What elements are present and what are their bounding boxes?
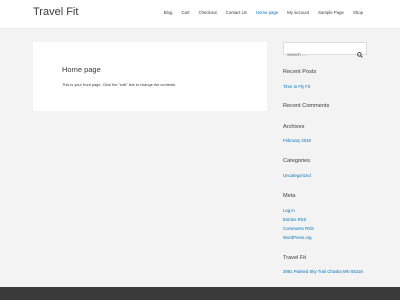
recent-posts-title: Recent Posts [283, 69, 317, 75]
archives-title: Archives [283, 124, 305, 130]
meta-title: Meta [283, 193, 296, 199]
nav-item-shop[interactable]: Shop [353, 10, 363, 15]
search-icon[interactable] [357, 45, 363, 63]
site-title-link[interactable]: Travel Fit [33, 6, 78, 18]
search-form [283, 42, 367, 60]
meta-entries-rss-link[interactable]: Entries RSS [283, 217, 306, 222]
page-title: Home page [62, 65, 101, 74]
recent-post-link[interactable]: Time to Fly Fit [283, 84, 310, 89]
site-header: Travel Fit Blog Cart Checkout Contact Us… [0, 0, 400, 29]
meta-wordpress-link[interactable]: WordPress.org [283, 235, 312, 240]
archive-link[interactable]: February 2018 [283, 138, 311, 143]
main-content: Home page This is your front page. Click… [33, 42, 267, 111]
nav-item-home-page[interactable]: Home page [256, 10, 278, 15]
meta-login-link[interactable]: Log in [283, 208, 295, 213]
nav-item-checkout[interactable]: Checkout [199, 10, 217, 15]
categories-title: Categories [283, 158, 311, 164]
main-navigation: Blog Cart Checkout Contact Us Home page … [164, 10, 363, 15]
nav-item-cart[interactable]: Cart [181, 10, 189, 15]
nav-item-contact-us[interactable]: Contact Us [226, 10, 247, 15]
search-input[interactable] [284, 49, 354, 60]
page-body-text: This is your front page. Click the "edit… [62, 82, 177, 87]
recent-comments-title: Recent Comments [283, 103, 330, 109]
site-footer [0, 287, 400, 300]
nav-item-blog[interactable]: Blog [164, 10, 173, 15]
nav-item-sample-page[interactable]: Sample Page [318, 10, 344, 15]
contact-widget-title: Travel Fit [283, 255, 307, 261]
meta-comments-rss-link[interactable]: Comments RSS [283, 226, 314, 231]
nav-item-my-account[interactable]: My account [287, 10, 309, 15]
category-link[interactable]: Uncategorized [283, 173, 311, 178]
contact-address: 3981 Painted Sky Trail Chaska MN 55318 [283, 269, 363, 274]
